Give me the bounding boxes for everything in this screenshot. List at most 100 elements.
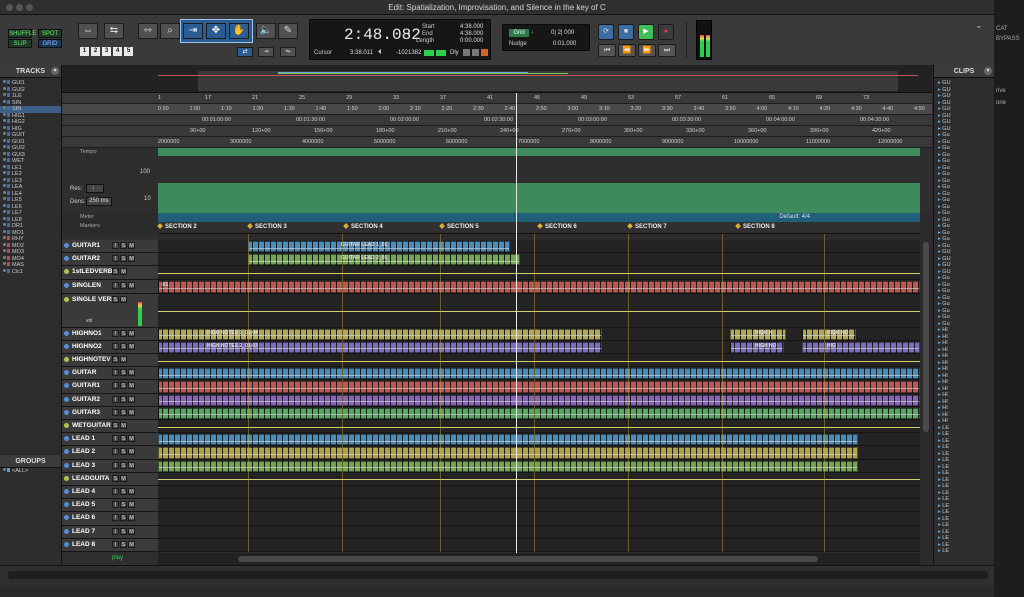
track-visibility-dot-icon[interactable] <box>3 197 6 200</box>
close-window-button[interactable] <box>6 4 13 11</box>
track-visibility-dot-icon[interactable] <box>3 138 6 142</box>
track-playlist-lane[interactable]: GUITAR LEAD 1_01 <box>158 240 920 254</box>
chevron-down-icon[interactable]: ▾ <box>407 31 410 38</box>
track-input-button[interactable]: I <box>112 448 119 456</box>
track-mute-button[interactable]: M <box>128 461 135 469</box>
track-header[interactable]: LEAD 8 ISM <box>62 538 158 552</box>
track-visibility-dot-icon[interactable] <box>3 242 6 246</box>
zoom-preset-3[interactable]: 3 <box>102 47 111 56</box>
track-playlist-lane[interactable] <box>158 393 920 407</box>
resolution-note-icon[interactable]: ♩ <box>86 184 104 193</box>
volume-automation-line[interactable] <box>158 479 920 481</box>
track-input-button[interactable]: I <box>112 514 119 522</box>
audio-clip[interactable]: HIGH NOTES 1_01-04 <box>158 328 602 340</box>
meter-ruler[interactable]: Default: 4/4 <box>158 213 920 222</box>
zoom-out-horizontal-icon[interactable]: ⇆ <box>104 23 124 39</box>
search-icon[interactable]: ⌕ <box>160 23 180 39</box>
track-name[interactable]: HIGHNOTEV <box>72 356 111 363</box>
track-name[interactable]: LEAD 5 <box>72 501 95 508</box>
slip-mode-button[interactable]: SLIP <box>8 39 32 48</box>
track-input-button[interactable]: I <box>112 408 119 416</box>
audio-clip[interactable] <box>158 381 920 393</box>
dly-label[interactable]: Dly <box>450 50 459 56</box>
track-name[interactable]: WETGUITAR <box>72 422 111 429</box>
grid-label[interactable]: Grid <box>509 29 529 37</box>
track-visibility-dot-icon[interactable] <box>3 255 6 259</box>
audio-clip[interactable]: -01 <box>158 280 920 293</box>
track-playlist-lane[interactable] <box>158 446 920 460</box>
audio-clip[interactable]: HIGH N <box>730 328 786 340</box>
track-playlist-lane[interactable]: HIGH NOTES 1_01-04 HIGH N HIGH NO <box>158 327 920 341</box>
zoom-preset-2[interactable]: 2 <box>91 47 100 56</box>
track-input-button[interactable]: I <box>112 488 119 495</box>
track-header[interactable]: GUITAR2 I S M <box>62 253 158 267</box>
track-solo-button[interactable]: S <box>112 268 119 276</box>
zoom-preset-4[interactable]: 4 <box>113 47 122 56</box>
record-button[interactable]: ● <box>658 24 674 40</box>
track-solo-button[interactable]: S <box>120 448 127 456</box>
track-name[interactable]: LEAD 7 <box>72 528 95 535</box>
speaker-icon[interactable]: 🔈 <box>256 23 276 39</box>
track-mute-button[interactable]: M <box>128 382 135 390</box>
track-mute-button[interactable]: M <box>120 295 127 303</box>
length-value[interactable]: 0:00.000 <box>460 38 483 44</box>
track-mute-button[interactable]: M <box>128 255 135 263</box>
grid-mode-button[interactable]: GRID <box>38 39 62 48</box>
horizontal-scroll-thumb[interactable] <box>238 556 818 562</box>
track-header[interactable]: LEAD 7 ISM <box>62 525 158 539</box>
track-header[interactable]: GUITAR1 I S M <box>62 240 158 254</box>
mode-button-1[interactable] <box>463 49 470 56</box>
shuffle-mode-button[interactable]: SHUFFLE <box>8 29 36 38</box>
track-visibility-dot-icon[interactable] <box>3 119 6 122</box>
track-mute-button[interactable]: M <box>128 395 135 403</box>
rewind-icon[interactable]: ⏪ <box>618 44 636 57</box>
selector-tool-icon[interactable]: ✥ <box>206 23 226 39</box>
volume-automation-line[interactable] <box>158 360 920 362</box>
track-input-button[interactable]: I <box>112 382 119 390</box>
markers-ruler[interactable]: SECTION 2 SECTION 3 SECTION 4 SECTION 5 SECT… <box>157 222 920 234</box>
track-mute-button[interactable]: M <box>128 369 135 377</box>
track-visibility-dot-icon[interactable] <box>3 80 6 83</box>
track-playlist-lane[interactable] <box>158 367 920 381</box>
zoom-window-button[interactable] <box>26 4 33 11</box>
track-input-button[interactable]: I <box>112 501 119 509</box>
grid-note-icon[interactable]: ♩ <box>531 29 537 35</box>
marker[interactable]: SECTION 4 <box>343 223 383 230</box>
track-mute-button[interactable]: M <box>128 329 135 337</box>
track-input-button[interactable]: I <box>112 329 119 337</box>
track-header[interactable]: GUITAR2 I S M <box>62 393 158 407</box>
track-playlist-lane[interactable] <box>158 420 920 434</box>
track-playlist-lane[interactable] <box>158 406 920 420</box>
track-header[interactable]: LEAD 3 ISM <box>62 459 158 473</box>
minimize-window-button[interactable] <box>16 4 23 11</box>
feet-frames-ruler[interactable]: 90+00 120+00 150+00 180+00 210+00 240+00 270+0… <box>62 126 932 137</box>
track-header[interactable]: HIGHNOTEV S M <box>62 354 158 368</box>
zoomer-tool-icon[interactable]: ⇿ <box>138 23 158 39</box>
track-input-button[interactable]: I <box>112 461 119 469</box>
track-input-button[interactable]: I <box>112 540 119 548</box>
track-visibility-dot-icon[interactable] <box>3 99 6 103</box>
track-visibility-dot-icon[interactable] <box>3 216 6 220</box>
track-mute-button[interactable]: M <box>128 408 135 416</box>
track-solo-button[interactable]: S <box>120 342 127 350</box>
audio-clip[interactable] <box>158 460 858 472</box>
track-visibility-dot-icon[interactable] <box>3 236 6 239</box>
track-solo-button[interactable]: S <box>120 514 127 522</box>
volume-automation-line[interactable] <box>158 426 920 428</box>
track-playlist-lane[interactable] <box>158 354 920 368</box>
track-playlist-lane[interactable] <box>158 486 920 500</box>
track-solo-button[interactable]: S <box>112 356 119 363</box>
track-visibility-dot-icon[interactable] <box>3 210 6 213</box>
track-playlist-lane[interactable] <box>158 293 920 328</box>
overview-visible-range[interactable] <box>198 71 898 91</box>
track-input-button[interactable]: I <box>112 369 119 377</box>
track-input-button[interactable]: I <box>112 527 119 535</box>
track-name[interactable]: 1stLEDVERB <box>72 268 112 275</box>
track-input-button[interactable]: I <box>112 435 119 443</box>
track-solo-button[interactable]: S <box>120 488 127 495</box>
track-visibility-dot-icon[interactable] <box>3 223 6 226</box>
track-playlist-lane[interactable]: HIGH NOTES 2_01-03 HIGH NO HIG <box>158 340 920 354</box>
track-playlist-lane[interactable]: -01 <box>158 279 920 294</box>
track-mute-button[interactable]: M <box>128 540 135 548</box>
track-playlist-lane[interactable] <box>158 525 920 539</box>
